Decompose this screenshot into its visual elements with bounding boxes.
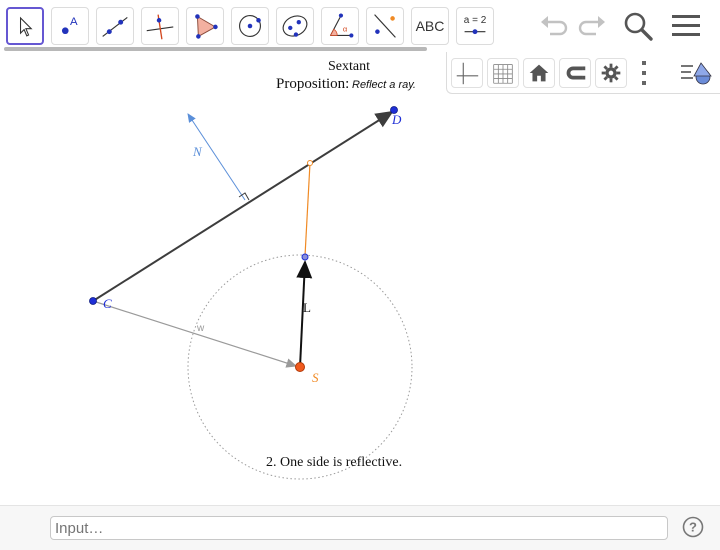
point-S[interactable] [295, 362, 305, 372]
polygon-tool-button[interactable] [186, 7, 224, 45]
home-view-button[interactable] [523, 58, 555, 88]
circle-tool-button[interactable] [231, 7, 269, 45]
label-w: w [196, 323, 205, 334]
slider-tool-button[interactable]: a = 2 [456, 7, 494, 45]
reflect-about-line-icon [374, 14, 396, 38]
point-capturing-button[interactable] [559, 58, 591, 88]
line-tool-button[interactable] [96, 7, 134, 45]
mirror-ray-CD[interactable] [92, 110, 394, 302]
perpendicular-line-icon [146, 14, 174, 40]
text-tool-button[interactable]: ABC [411, 7, 449, 45]
label-L: L [303, 300, 311, 315]
angle-icon: α [329, 13, 354, 38]
label-S: S [312, 370, 319, 385]
label-N: N [192, 144, 203, 159]
axes-icon [456, 62, 479, 85]
svg-text:A: A [70, 16, 78, 28]
algebra-input-bar [0, 505, 720, 550]
axes-toggle-button[interactable] [451, 58, 483, 88]
home-icon [529, 64, 549, 82]
magnet-icon [566, 66, 586, 80]
move-tool-button[interactable] [6, 7, 44, 45]
angle-tool-button[interactable]: α [321, 7, 359, 45]
svg-text:α: α [343, 25, 348, 34]
point-tool-button[interactable]: A [51, 7, 89, 45]
slider-icon [464, 29, 486, 35]
title-text: Sextant [328, 59, 370, 74]
line-icon [102, 17, 128, 37]
main-toolbar: A α ABC a = 2 [0, 0, 720, 52]
point-icon: A [61, 16, 78, 35]
incident-ray-w[interactable] [92, 300, 298, 368]
circle-center-point-icon [239, 15, 261, 37]
text-tool-label: ABC [415, 18, 445, 34]
gear-icon [601, 63, 621, 83]
note-text: 2. One side is reflective. [266, 455, 402, 470]
ellipse-icon [282, 15, 308, 37]
search-icon[interactable] [622, 10, 654, 42]
proposition-text: Reflect a ray. [352, 79, 416, 91]
intersection-point[interactable] [307, 160, 313, 166]
ellipse-tool-button[interactable] [276, 7, 314, 45]
algebra-input-field[interactable] [50, 516, 668, 540]
grid-icon [493, 64, 513, 84]
grid-toggle-button[interactable] [487, 58, 519, 88]
undo-icon[interactable] [538, 12, 570, 40]
style-bar-toggle-icon[interactable] [679, 60, 713, 86]
reflected-segment[interactable] [304, 162, 311, 257]
point-C[interactable] [89, 297, 97, 305]
label-D: D [391, 112, 402, 127]
graphics-view-toolbar [446, 52, 720, 94]
cursor-arrow-icon [19, 16, 33, 37]
settings-button[interactable] [595, 58, 627, 88]
perpendicular-line-tool-button[interactable] [141, 7, 179, 45]
more-vertical-icon[interactable] [639, 60, 649, 86]
proposition-label: Proposition: [276, 76, 349, 92]
reflect-tool-button[interactable] [366, 7, 404, 45]
svg-text:?: ? [689, 520, 697, 535]
polygon-icon [195, 14, 218, 39]
redo-icon[interactable] [576, 12, 608, 40]
label-C: C [103, 296, 112, 311]
help-icon[interactable]: ? [682, 516, 704, 538]
hamburger-menu-icon[interactable] [670, 12, 702, 40]
toolbar-scrollbar[interactable] [4, 47, 427, 51]
point-on-circle[interactable] [301, 253, 309, 261]
